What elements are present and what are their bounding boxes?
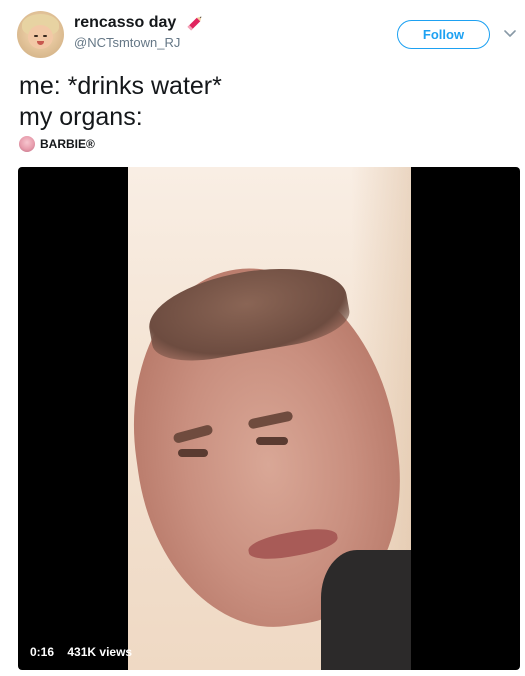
chevron-down-icon[interactable] (503, 27, 517, 41)
display-name[interactable]: rencasso day (74, 13, 176, 33)
video-eye (178, 449, 208, 457)
avatar-face (28, 25, 53, 49)
avatar-eye (34, 35, 38, 37)
tweet-text: me: *drinks water* my organs: (19, 71, 222, 133)
pencil-icon (187, 16, 202, 31)
tweet-header: rencasso day @NCTsmtown_RJ Follow (17, 11, 517, 61)
user-info: rencasso day @NCTsmtown_RJ (74, 13, 205, 51)
video-views: 431K views (67, 645, 133, 659)
user-handle[interactable]: @NCTsmtown_RJ (74, 35, 205, 51)
tweet-text-line: me: *drinks water* (19, 72, 222, 100)
video-shirt (321, 550, 411, 670)
video-duration: 0:16 (30, 645, 55, 659)
tweet-text-line: my organs: (19, 103, 143, 131)
video-meta: 0:16 431K views (30, 645, 142, 659)
video-player[interactable]: 0:16 431K views (18, 167, 520, 670)
video-attribution[interactable]: BARBIE® (19, 135, 95, 153)
avatar[interactable] (17, 11, 64, 58)
video-frame (128, 167, 411, 670)
attribution-name[interactable]: BARBIE® (40, 137, 95, 151)
avatar-eye (43, 35, 47, 37)
attribution-avatar (19, 136, 35, 152)
video-eye (256, 437, 288, 445)
follow-button[interactable]: Follow (397, 20, 490, 49)
